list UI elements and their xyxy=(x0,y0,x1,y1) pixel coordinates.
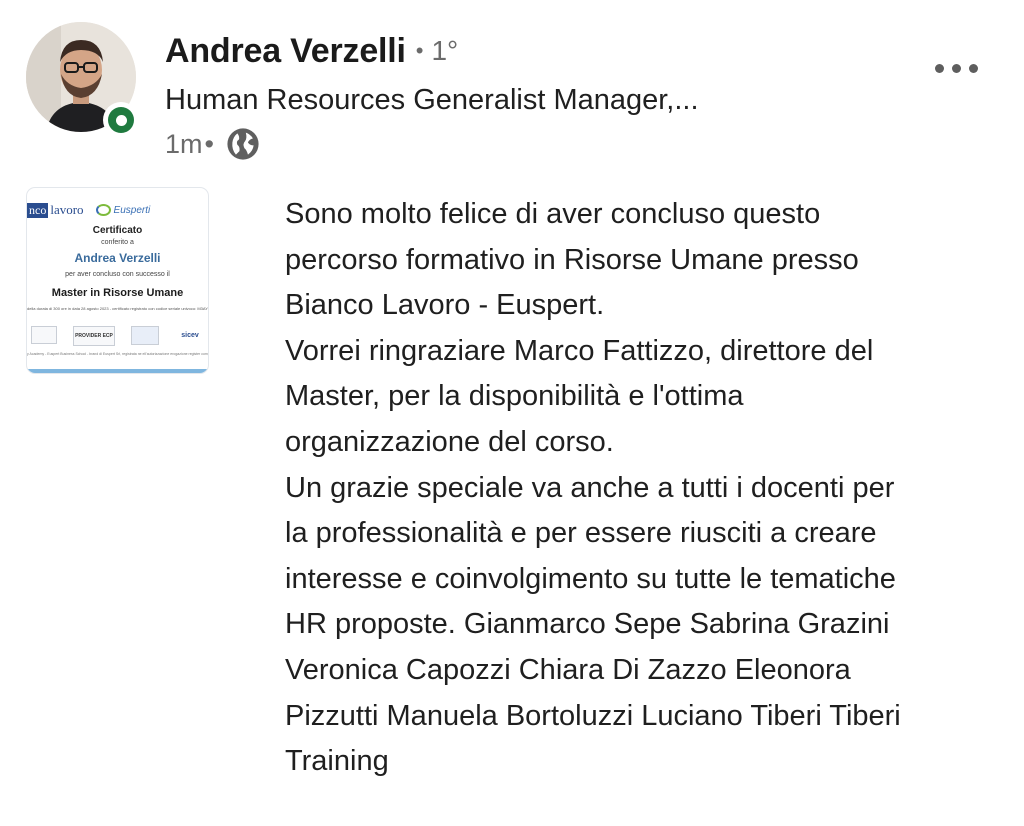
author-name[interactable]: Andrea Verzelli xyxy=(165,32,406,71)
certificate-logos: nco lavoro Eusperti xyxy=(27,202,208,218)
post-text-line: Pizzutti Manuela Bortoluzzi Luciano Tibe… xyxy=(285,699,901,732)
more-dot-3 xyxy=(968,63,978,73)
post-text-line: Veronica Capozzi Chiara Di Zazzo Eleonor… xyxy=(285,653,851,686)
post-text-line: HR proposte. Gianmarco Sepe Sabrina Graz… xyxy=(285,608,890,641)
post-text-line: Master, per la disponibilità e l'ottima xyxy=(285,380,744,413)
post-text-line: Bianco Lavoro - Euspert. xyxy=(285,289,605,322)
author-line: Andrea Verzelli • 1° xyxy=(165,28,458,74)
more-dot-2 xyxy=(951,63,961,73)
post-text-line: Training xyxy=(285,745,389,778)
certificate-footer: y Academy - Euspert Business School - br… xyxy=(27,352,208,356)
globe-icon xyxy=(227,128,259,160)
euspert-logo: Eusperti xyxy=(95,204,150,216)
post-text: Sono molto felice di aver concluso quest… xyxy=(285,192,1005,785)
certificate-recipient: Andrea Verzelli xyxy=(74,251,161,265)
post-text-line: interesse e coinvolgimento su tutte le t… xyxy=(285,562,896,595)
certificate-badge-eu xyxy=(131,326,159,345)
degree-separator: • xyxy=(415,38,424,63)
certificate-image[interactable]: nco lavoro Eusperti Certificato conferito… xyxy=(27,188,208,373)
certificate-course: Master in Risorse Umane xyxy=(51,287,184,299)
post-text-line: organizzazione del corso. xyxy=(285,425,614,458)
certificate-badge-1 xyxy=(31,326,57,344)
bianco-lavoro-logo: nco lavoro xyxy=(27,202,84,218)
post-text-line: la professionalità e per essere riusciti… xyxy=(285,517,877,550)
certificate-details: della durata di 300 ore in data 28 agost… xyxy=(27,306,208,311)
post-time: 1m xyxy=(165,128,203,159)
certificate-bottom-bar xyxy=(27,369,208,373)
certificate-badge-sicev: sicev xyxy=(181,332,199,339)
certificate-reason: per aver concluso con successo il xyxy=(65,271,170,278)
certificate-title: Certificato xyxy=(92,225,143,236)
certificate-badge-provider: PROVIDER ECP xyxy=(73,326,115,346)
online-status-icon xyxy=(103,102,139,138)
post-text-line: Un grazie speciale va anche a tutti i do… xyxy=(285,471,895,504)
author-headline[interactable]: Human Resources Generalist Manager,... xyxy=(165,84,699,117)
post-text-line: percorso formativo in Risorse Umane pres… xyxy=(285,243,859,276)
post-meta: 1m • xyxy=(165,126,260,162)
post-text-line: Sono molto felice di aver concluso quest… xyxy=(285,198,821,230)
meta-separator: • xyxy=(204,128,214,159)
more-options-icon[interactable] xyxy=(924,52,988,84)
certificate-conferred: conferito a xyxy=(101,239,134,246)
connection-degree: 1° xyxy=(431,35,459,66)
post-text-line: Vorrei ringraziare Marco Fattizzo, diret… xyxy=(285,334,874,367)
more-dot-1 xyxy=(934,63,944,73)
